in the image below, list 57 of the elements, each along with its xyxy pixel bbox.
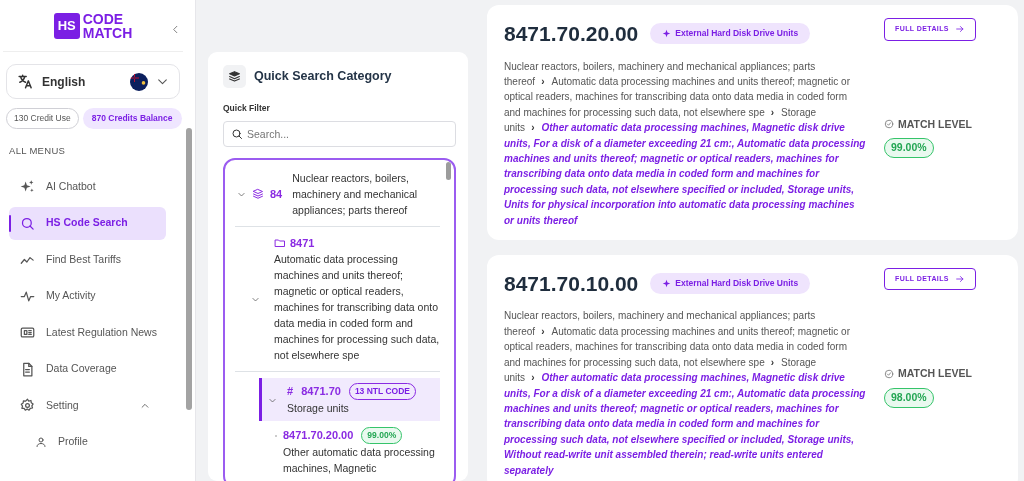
hs-code: 8471.70.20.00	[504, 21, 639, 47]
sparkle-icon	[20, 179, 35, 194]
menu-item[interactable]: Profile	[9, 425, 166, 459]
scrollbar[interactable]	[446, 161, 451, 180]
language-selector[interactable]: English	[6, 64, 180, 99]
hash-mark: #	[287, 384, 294, 400]
sparkle-icon	[662, 279, 672, 289]
folder-icon	[274, 237, 286, 249]
match-badge: 99.00%	[361, 427, 403, 444]
logo-text: MATCH	[82, 25, 133, 40]
user-icon	[35, 436, 47, 448]
layers-icon	[252, 187, 264, 200]
arrow-right-icon	[954, 274, 965, 285]
settings-icon	[20, 398, 35, 413]
category-tag: External Hard Disk Drive Units	[650, 273, 811, 295]
newspaper-icon	[20, 325, 35, 340]
hs-code: 8471.70.10.00	[504, 270, 639, 297]
menu-item[interactable]: AI Chatbot	[9, 170, 166, 203]
sparkle-icon	[662, 29, 672, 39]
subheading-description: Storage units	[287, 401, 350, 416]
match-percentage: 99.00%	[884, 138, 934, 158]
match-level-label: MATCH LEVEL	[884, 116, 994, 133]
panel-title: Quick Search Category	[254, 68, 392, 86]
search-icon	[231, 127, 243, 140]
menu-item[interactable]: Data Coverage	[9, 352, 166, 386]
menu-item[interactable]: Find Best Tariffs	[9, 243, 166, 276]
item-code[interactable]: 8471.70.20.00	[283, 427, 354, 444]
section-heading: ALL MENUS	[9, 143, 67, 158]
menu-item[interactable]: HS Code Search	[9, 206, 166, 240]
chapter-code[interactable]: 84	[270, 185, 283, 202]
subheading-code[interactable]: 8471.70	[301, 383, 341, 400]
match-level-label: MATCH LEVEL	[884, 366, 994, 383]
layers-icon	[223, 65, 246, 88]
credit-badge: 870 Credits Balance	[82, 108, 182, 129]
category-tag: External Hard Disk Drive Units	[650, 23, 811, 45]
classification-path: Nuclear reactors, boilers, machinery and mechanical appliances; parts thereof › Automatic data processing machines and units thereof; magnetic or optical readers, machines for transcribing data onto data media in coded form and machines for processing such data, not elsewhere spe › Storage units › Other automatic data processing machines, Magnetic disk drive units, For a disk of a diameter exceeding 21 cm:, Automatic data processing machines and units thereof; magnetic or optical readers, machines for transcribing data onto data media in coded form and machines for processing such data, not elsewhere specified or included, Storage units, Without read-write unit assembled therein; read-write units entered separately	[504, 309, 866, 478]
heading-description: Automatic data processing machines and units thereof; magnetic or optical readers, machines for transcribing data onto data media in coded form and machines for processing such data, not elsewhere spe	[274, 252, 440, 364]
check-circle-icon	[884, 369, 894, 380]
filter-label: Quick Filter	[223, 102, 271, 115]
logo-mark: HS	[53, 12, 80, 39]
arrow-right-icon	[954, 24, 965, 35]
search-icon	[20, 215, 35, 231]
menu-item[interactable]: My Activity	[9, 279, 166, 313]
menu-item[interactable]: Latest Regulation News	[9, 316, 166, 349]
flag-icon	[130, 72, 148, 91]
heading-code[interactable]: 8471	[290, 234, 315, 252]
menu-item[interactable]: Setting	[9, 389, 166, 422]
translate-icon	[17, 73, 34, 90]
chapter-description: Nuclear reactors, boilers, machinery and mechanical appliances; parts thereof	[292, 170, 419, 218]
document-icon	[20, 361, 35, 377]
scrollbar[interactable]	[186, 128, 192, 410]
check-circle-icon	[884, 119, 894, 130]
item-description: Other automatic data processing machines, Magnetic	[283, 444, 436, 476]
logo-text: CODE	[82, 11, 125, 26]
classification-path: Nuclear reactors, boilers, machinery and mechanical appliances; parts thereof › Automatic data processing machines and units thereof; magnetic or optical readers, machines for transcribing data onto data media in coded form and machines for processing such data, not elsewhere spe › Storage units › Other automatic data processing machines, Magnetic disk drive units, For a disk of a diameter exceeding 21 cm:, Automatic data processing machines and units thereof; magnetic or optical readers, machines for transcribing data onto data media in coded form and machines for processing such data, not elsewhere specified or included, Storage units, Units for physical incorporation into automatic data processing machines or units thereof	[504, 59, 866, 228]
match-percentage: 98.00%	[884, 388, 934, 408]
search-field[interactable]: Search...	[223, 120, 456, 147]
